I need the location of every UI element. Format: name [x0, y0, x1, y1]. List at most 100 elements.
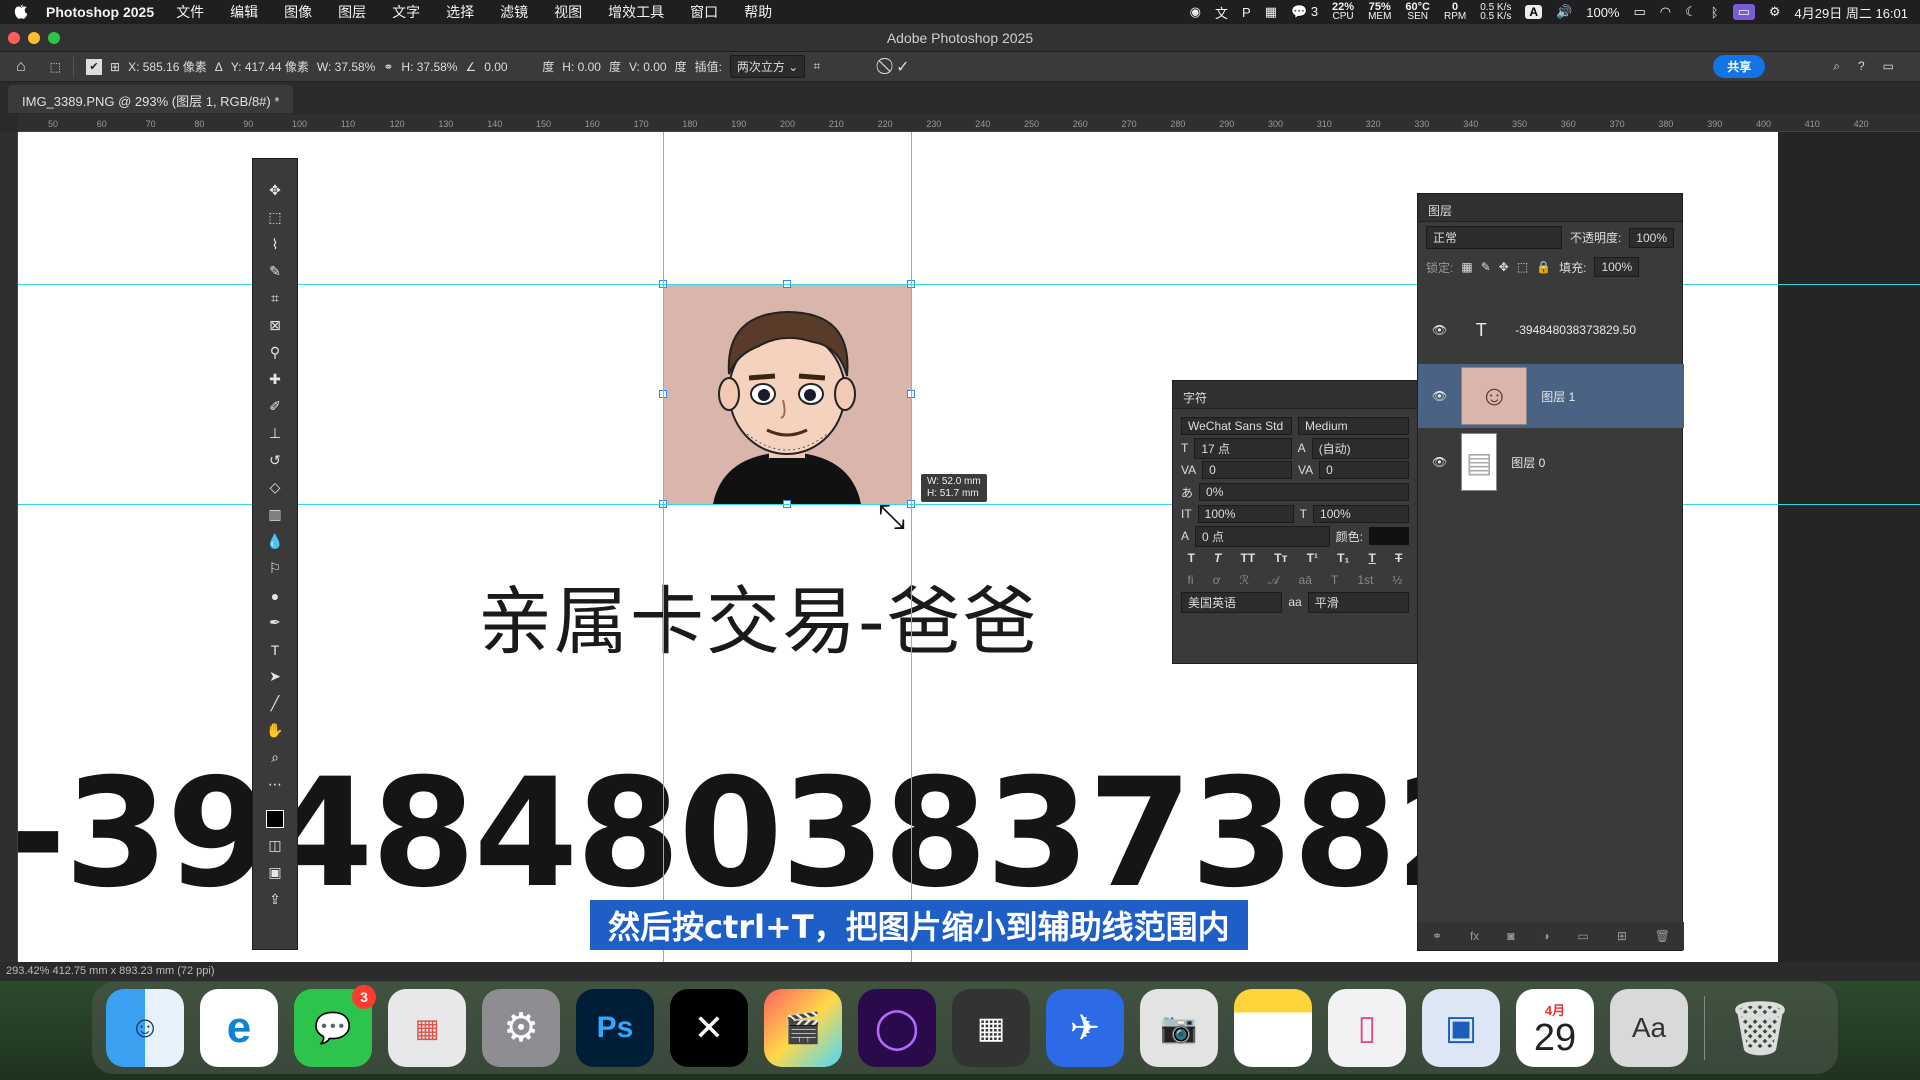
w-field[interactable]: W: 37.58% [317, 60, 375, 74]
swash-icon[interactable]: ℛ [1239, 573, 1249, 587]
layers-panel-header[interactable]: 图层 [1418, 194, 1682, 222]
superscript-icon[interactable]: T¹ [1307, 551, 1318, 565]
menu-layer[interactable]: 图层 [338, 2, 366, 22]
all-caps-icon[interactable]: TT [1241, 551, 1256, 565]
leading-field[interactable]: (自动) [1311, 437, 1410, 459]
clock[interactable]: 4月29日 周二 16:01 [1795, 3, 1908, 22]
kerning-field[interactable]: 0 [1202, 461, 1292, 479]
lock-pixels-icon[interactable]: ▦ [1461, 260, 1472, 274]
add-mask-icon[interactable]: ◙ [1507, 929, 1514, 943]
volume-icon[interactable]: 🔊 [1556, 4, 1572, 20]
underline-icon[interactable]: T [1369, 551, 1376, 565]
grid-icon[interactable]: ▦ [1265, 4, 1277, 20]
vertical-scale-field[interactable]: 100% [1197, 505, 1294, 523]
layer-style-icon[interactable]: fx [1470, 929, 1479, 943]
menu-window[interactable]: 窗口 [690, 2, 718, 22]
search-icon[interactable]: ⌕ [1833, 59, 1840, 74]
lock-all-icon[interactable]: 🔒 [1536, 260, 1551, 274]
visibility-eye-icon[interactable]: 👁 [1432, 323, 1447, 337]
launchpad-icon[interactable]: ▦ [388, 989, 466, 1067]
adjustment-layer-icon[interactable]: ◑ [1542, 929, 1549, 943]
x-field[interactable]: X: 585.16 像素 [128, 58, 207, 75]
stamp-tool-icon[interactable]: ⊥ [264, 424, 286, 443]
blur-tool-icon[interactable]: 💧 [264, 532, 286, 551]
wechat-status[interactable]: 💬 3 [1291, 4, 1318, 20]
text-color-swatch[interactable] [1369, 527, 1409, 545]
apple-icon[interactable] [12, 3, 30, 21]
quick-mask-icon[interactable]: ◫ [264, 836, 286, 855]
fraction-icon[interactable]: ½ [1392, 573, 1402, 587]
crop-tool-icon[interactable]: ⌗ [264, 289, 286, 308]
brush-tool-icon[interactable]: ✐ [264, 397, 286, 416]
menu-help[interactable]: 帮助 [744, 2, 772, 22]
ordinal-icon[interactable]: T [1331, 573, 1338, 587]
menu-view[interactable]: 视图 [554, 2, 582, 22]
visibility-eye-icon[interactable]: 👁 [1432, 455, 1447, 469]
menu-type[interactable]: 文字 [392, 2, 420, 22]
screen-mirror-icon[interactable]: ▭ [1732, 4, 1755, 20]
screenshot-icon[interactable]: 📷 [1140, 989, 1218, 1067]
character-panel-header[interactable]: 字符 [1173, 381, 1417, 409]
calculator-icon[interactable]: ▦ [952, 989, 1030, 1067]
interpolation-select[interactable]: 两次立方 ⌄ [729, 55, 806, 78]
font-size-field[interactable]: 17 点 [1194, 437, 1292, 459]
subscript-icon[interactable]: T₁ [1337, 551, 1349, 565]
calendar-icon[interactable]: 4月 29 [1516, 989, 1594, 1067]
link-layers-icon[interactable]: ⚭ [1432, 929, 1442, 943]
layer-row-image-0[interactable]: 👁 ▤ 图层 0 [1418, 430, 1684, 494]
dictionary-icon[interactable]: Aa [1610, 989, 1688, 1067]
lock-position-icon[interactable]: ✥ [1499, 260, 1509, 274]
battery-icon[interactable]: ▭ [1633, 4, 1645, 20]
remote-desktop-icon[interactable]: ▣ [1422, 989, 1500, 1067]
warp-icon[interactable]: ⌗ [813, 59, 820, 74]
tracking-field[interactable]: 0 [1319, 461, 1409, 479]
strikethrough-icon[interactable]: T [1395, 551, 1402, 565]
font-family-select[interactable]: WeChat Sans Std [1181, 417, 1292, 435]
capcut-icon[interactable]: ✕ [670, 989, 748, 1067]
horizontal-scale-field[interactable]: 100% [1313, 505, 1410, 523]
layer-name[interactable]: -394848038373829.50 [1515, 323, 1636, 337]
zoom-tool-icon[interactable]: ⌕ [264, 748, 286, 767]
document-tab[interactable]: IMG_3389.PNG @ 293% (图层 1, RGB/8#) * [8, 85, 294, 113]
antialias-select[interactable]: 平滑 [1307, 591, 1410, 613]
language-select[interactable]: 美国英语 [1181, 591, 1283, 613]
lock-paint-icon[interactable]: ✎ [1481, 260, 1491, 274]
wifi-icon[interactable]: ◠ [1660, 4, 1671, 20]
font-weight-select[interactable]: Medium [1298, 417, 1409, 435]
path-select-tool-icon[interactable]: ➤ [264, 667, 286, 686]
finder-icon[interactable]: ☺ [106, 989, 184, 1067]
screen-mode-icon[interactable]: ▣ [264, 863, 286, 882]
p-icon[interactable]: P [1242, 5, 1251, 20]
transform-tool-icon[interactable]: ⬚ [50, 60, 61, 74]
blend-mode-select[interactable]: 正常 [1426, 226, 1562, 249]
menu-filter[interactable]: 滤镜 [500, 2, 528, 22]
reference-point-checkbox[interactable]: ✔ [86, 58, 103, 75]
small-caps-icon[interactable]: Tт [1274, 551, 1287, 565]
lasso-tool-icon[interactable]: ⌇ [264, 235, 286, 254]
eraser-tool-icon[interactable]: ◇ [264, 478, 286, 497]
workspace-icon[interactable]: ▭ [1883, 59, 1894, 74]
system-settings-icon[interactable]: ⚙ [482, 989, 560, 1067]
focus-icon[interactable]: ◉ [1190, 4, 1201, 20]
h-field[interactable]: H: 37.58% [401, 60, 457, 74]
baseline-field[interactable]: 0 点 [1195, 525, 1330, 547]
layer-name[interactable]: 图层 0 [1511, 454, 1545, 471]
control-center-icon[interactable]: ⚙ [1769, 4, 1781, 20]
notes-icon[interactable] [1234, 989, 1312, 1067]
feishu-icon[interactable]: ✈ [1046, 989, 1124, 1067]
menu-file[interactable]: 文件 [176, 2, 204, 22]
frame-tool-icon[interactable]: ⊠ [264, 316, 286, 335]
vertical-ruler[interactable] [0, 132, 18, 962]
ordinals-st-icon[interactable]: 1st [1357, 573, 1373, 587]
menu-select[interactable]: 选择 [446, 2, 474, 22]
angle-field[interactable]: 0.00 [484, 60, 534, 74]
iphone-mirroring-icon[interactable]: ▯ [1328, 989, 1406, 1067]
hskew-field[interactable]: H: 0.00 [562, 60, 601, 74]
tsume-field[interactable]: 0% [1199, 483, 1409, 501]
guide-vertical-left[interactable] [663, 132, 664, 962]
dodge-tool-icon[interactable]: ⚐ [264, 559, 286, 578]
final-cut-icon[interactable]: 🎬 [764, 989, 842, 1067]
gradient-tool-icon[interactable]: ▥ [264, 505, 286, 524]
titling-icon[interactable]: aā [1299, 573, 1312, 587]
moon-icon[interactable]: ☾ [1685, 4, 1697, 20]
